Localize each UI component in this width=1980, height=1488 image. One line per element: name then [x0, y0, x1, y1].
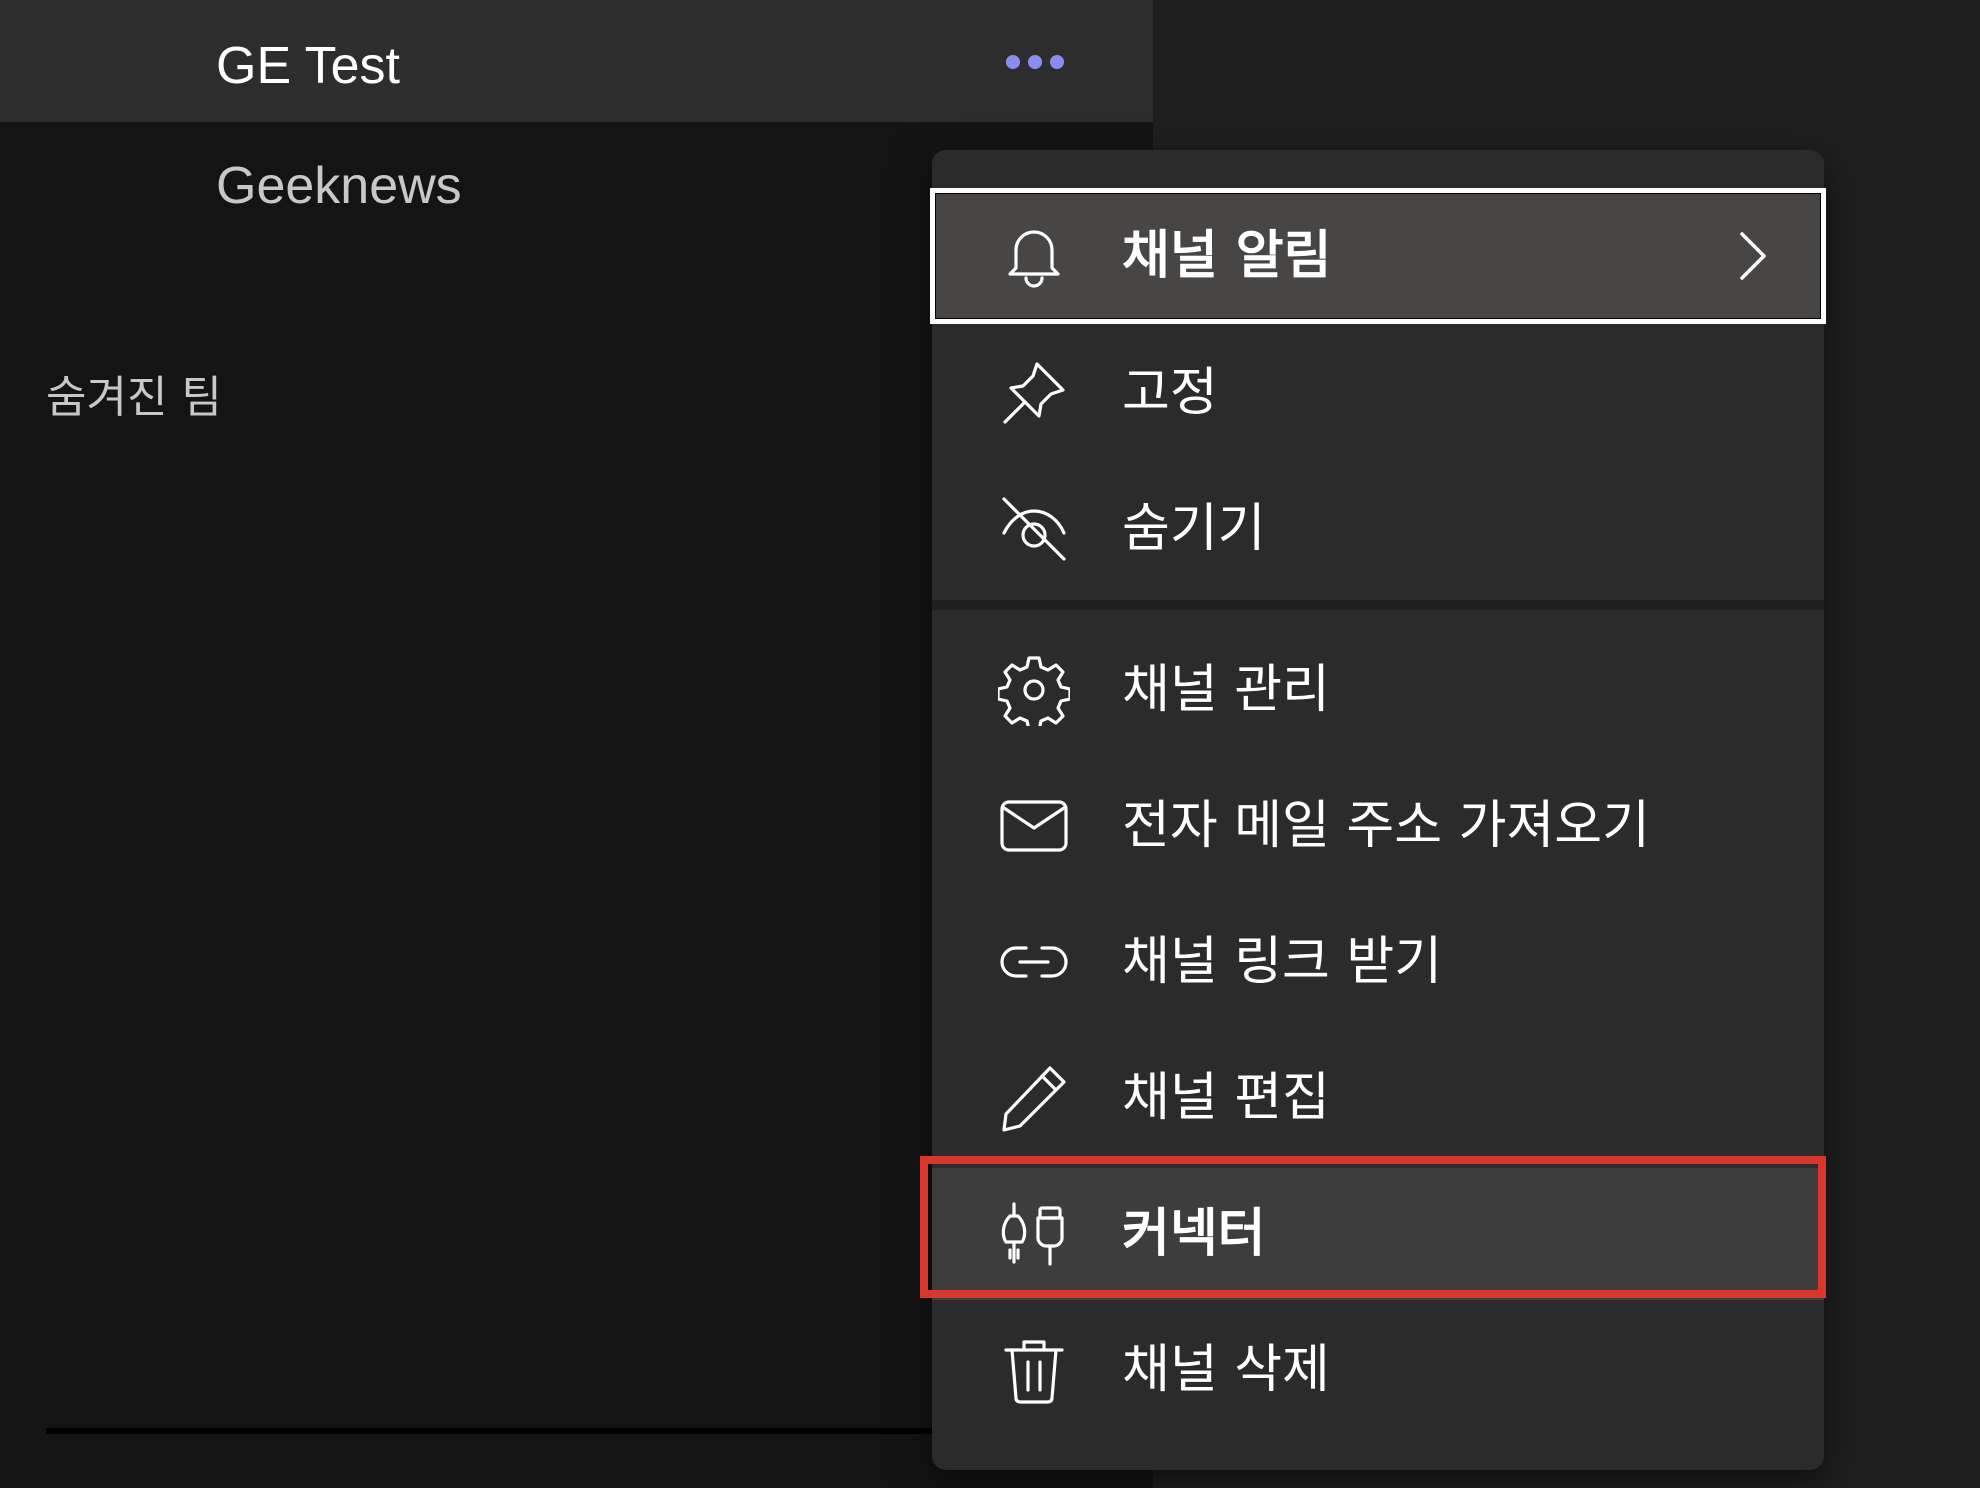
menu-item-label: 채널 링크 받기	[1122, 932, 1443, 992]
menu-item-label: 고정	[1122, 363, 1218, 423]
hidden-teams-label[interactable]: 숨겨진 팀	[46, 366, 222, 430]
menu-item-get-channel-link[interactable]: 채널 링크 받기	[932, 896, 1824, 1028]
channel-item-geeknews[interactable]: Geeknews	[216, 150, 462, 222]
trash-icon	[998, 1334, 1070, 1406]
menu-item-label: 전자 메일 주소 가져오기	[1122, 796, 1650, 856]
menu-item-label: 채널 알림	[1122, 226, 1332, 286]
more-horizontal-icon	[1006, 55, 1064, 69]
annotation-highlight-box	[920, 1156, 1826, 1298]
menu-item-label: 숨기기	[1122, 499, 1266, 559]
sidebar-divider	[46, 1428, 946, 1434]
menu-item-get-email-address[interactable]: 전자 메일 주소 가져오기	[932, 760, 1824, 892]
bell-icon	[998, 220, 1070, 292]
eye-off-icon	[998, 493, 1070, 565]
menu-separator	[932, 600, 1824, 610]
teams-window: GE Test Geeknews 숨겨진 팀 채널 알림 고정 숨기기 채널 관…	[0, 0, 1980, 1488]
menu-item-manage-channel[interactable]: 채널 관리	[932, 624, 1824, 756]
pin-icon	[998, 357, 1070, 429]
menu-item-label: 채널 편집	[1122, 1068, 1330, 1128]
team-header[interactable]: GE Test	[0, 0, 1153, 122]
more-options-button[interactable]	[990, 36, 1080, 88]
menu-item-channel-notifications[interactable]: 채널 알림	[930, 188, 1826, 324]
menu-item-delete-channel[interactable]: 채널 삭제	[932, 1304, 1824, 1436]
mail-icon	[998, 790, 1070, 862]
menu-item-hide[interactable]: 숨기기	[932, 463, 1824, 595]
gear-icon	[998, 654, 1070, 726]
menu-item-label: 채널 삭제	[1122, 1340, 1330, 1400]
team-name: GE Test	[216, 37, 401, 95]
menu-item-edit-channel[interactable]: 채널 편집	[932, 1032, 1824, 1164]
link-icon	[998, 926, 1070, 998]
menu-item-label: 채널 관리	[1122, 660, 1330, 720]
menu-item-pin[interactable]: 고정	[932, 327, 1824, 459]
chevron-right-icon	[1740, 232, 1766, 280]
pencil-icon	[998, 1062, 1070, 1134]
